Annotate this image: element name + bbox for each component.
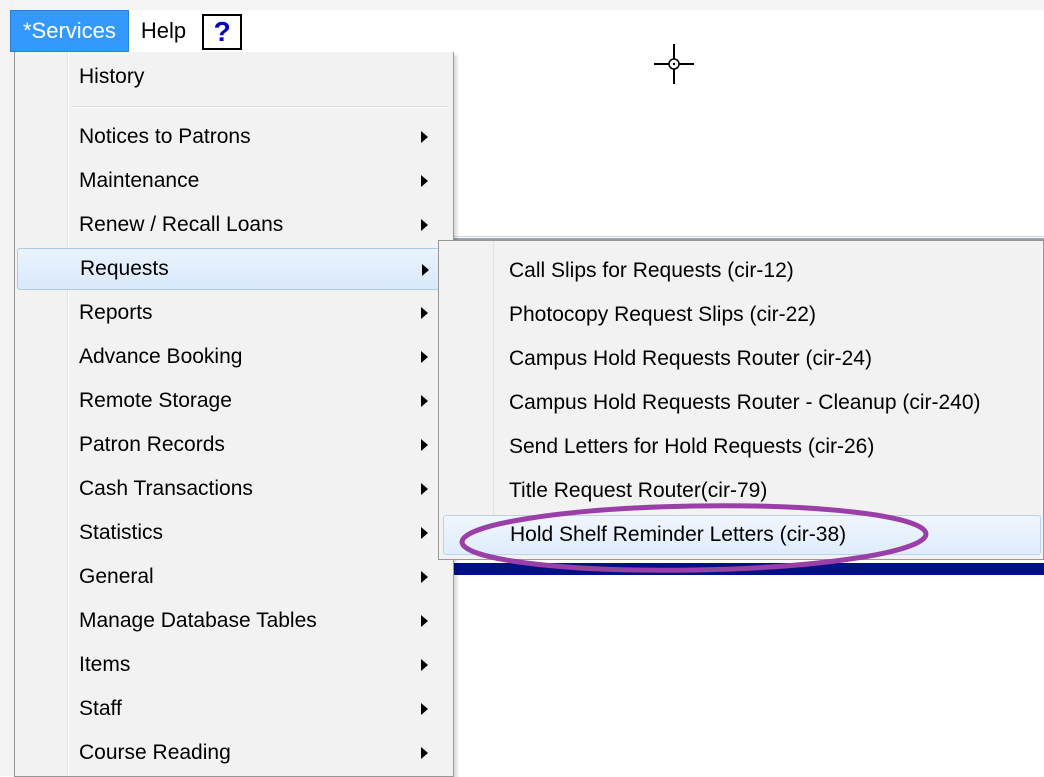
menu-item-label: Advance Booking: [79, 345, 243, 368]
submenu-arrow-icon: [421, 219, 428, 231]
menu-item-label: Maintenance: [79, 169, 200, 192]
menu-item-general[interactable]: General: [17, 556, 449, 598]
submenu-item-campus-hold-requests-router[interactable]: Campus Hold Requests Router (cir-24): [443, 339, 1041, 379]
menu-item-patron-records[interactable]: Patron Records: [17, 424, 449, 466]
services-dropdown-menu: History Notices to Patrons Maintenance R…: [14, 52, 454, 777]
menu-item-manage-database-tables[interactable]: Manage Database Tables: [17, 600, 449, 642]
menu-item-label: Patron Records: [79, 433, 225, 456]
submenu-item-label: Campus Hold Requests Router (cir-24): [509, 347, 872, 370]
menu-item-label: Renew / Recall Loans: [79, 213, 284, 236]
submenu-item-call-slips[interactable]: Call Slips for Requests (cir-12): [443, 251, 1041, 291]
menu-item-label: Requests: [80, 257, 169, 280]
menu-help[interactable]: Help: [129, 10, 198, 52]
menu-item-advance-booking[interactable]: Advance Booking: [17, 336, 449, 378]
menu-item-label: Notices to Patrons: [79, 125, 251, 148]
submenu-item-photocopy-request-slips[interactable]: Photocopy Request Slips (cir-22): [443, 295, 1041, 335]
submenu-item-send-letters-hold-requests[interactable]: Send Letters for Hold Requests (cir-26): [443, 427, 1041, 467]
menu-item-label: Course Reading: [79, 741, 231, 764]
menu-item-maintenance[interactable]: Maintenance: [17, 160, 449, 202]
menu-item-label: Manage Database Tables: [79, 609, 317, 632]
submenu-arrow-icon: [421, 439, 428, 451]
menu-item-items[interactable]: Items: [17, 644, 449, 686]
menu-item-label: History: [79, 65, 145, 88]
submenu-arrow-icon: [421, 307, 428, 319]
submenu-arrow-icon: [421, 571, 428, 583]
status-band: [452, 563, 1044, 575]
submenu-arrow-icon: [421, 703, 428, 715]
menu-item-remote-storage[interactable]: Remote Storage: [17, 380, 449, 422]
menu-bar: *Services Help ?: [10, 10, 243, 52]
menu-item-label: Items: [79, 653, 131, 676]
submenu-arrow-icon: [421, 131, 428, 143]
submenu-item-label: Campus Hold Requests Router - Cleanup (c…: [509, 391, 981, 414]
submenu-arrow-icon: [421, 615, 428, 627]
menu-item-renew-recall-loans[interactable]: Renew / Recall Loans: [17, 204, 449, 246]
submenu-item-campus-hold-requests-cleanup[interactable]: Campus Hold Requests Router - Cleanup (c…: [443, 383, 1041, 423]
submenu-item-title-request-router[interactable]: Title Request Router(cir-79): [443, 471, 1041, 511]
pane-divider-highlight: [452, 236, 1044, 237]
help-question-icon[interactable]: ?: [202, 14, 243, 50]
submenu-item-label: Title Request Router(cir-79): [509, 479, 768, 502]
menu-item-label: Cash Transactions: [79, 477, 253, 500]
menu-item-requests[interactable]: Requests: [17, 248, 449, 290]
submenu-arrow-icon: [421, 747, 428, 759]
submenu-arrow-icon: [421, 175, 428, 187]
menu-item-label: Reports: [79, 301, 153, 324]
submenu-item-label: Hold Shelf Reminder Letters (cir-38): [510, 523, 847, 546]
menu-item-statistics[interactable]: Statistics: [17, 512, 449, 554]
submenu-item-hold-shelf-reminder-letters[interactable]: Hold Shelf Reminder Letters (cir-38): [443, 515, 1041, 555]
menu-item-staff[interactable]: Staff: [17, 688, 449, 730]
menu-item-cash-transactions[interactable]: Cash Transactions: [17, 468, 449, 510]
menu-item-notices-to-patrons[interactable]: Notices to Patrons: [17, 116, 449, 158]
submenu-arrow-icon: [421, 351, 428, 363]
submenu-item-label: Photocopy Request Slips (cir-22): [509, 303, 816, 326]
menu-item-reports[interactable]: Reports: [17, 292, 449, 334]
window-left-edge: [0, 0, 14, 776]
menu-item-course-reading[interactable]: Course Reading: [17, 732, 449, 774]
submenu-arrow-icon: [422, 264, 429, 276]
submenu-arrow-icon: [421, 395, 428, 407]
requests-submenu: Call Slips for Requests (cir-12) Photoco…: [438, 240, 1044, 560]
menu-separator-edge: [71, 107, 447, 108]
menu-services[interactable]: *Services: [10, 10, 129, 52]
menu-item-label: General: [79, 565, 154, 588]
menu-item-label: Staff: [79, 697, 122, 720]
crosshair-cursor-icon: [654, 44, 694, 84]
submenu-arrow-icon: [421, 527, 428, 539]
submenu-arrow-icon: [421, 483, 428, 495]
submenu-item-label: Send Letters for Hold Requests (cir-26): [509, 435, 875, 458]
menu-item-label: Statistics: [79, 521, 164, 544]
submenu-arrow-icon: [421, 659, 428, 671]
submenu-item-label: Call Slips for Requests (cir-12): [509, 259, 794, 282]
window-top-edge: [0, 0, 1044, 10]
menu-item-history[interactable]: History: [17, 56, 449, 98]
menu-item-label: Remote Storage: [79, 389, 232, 412]
